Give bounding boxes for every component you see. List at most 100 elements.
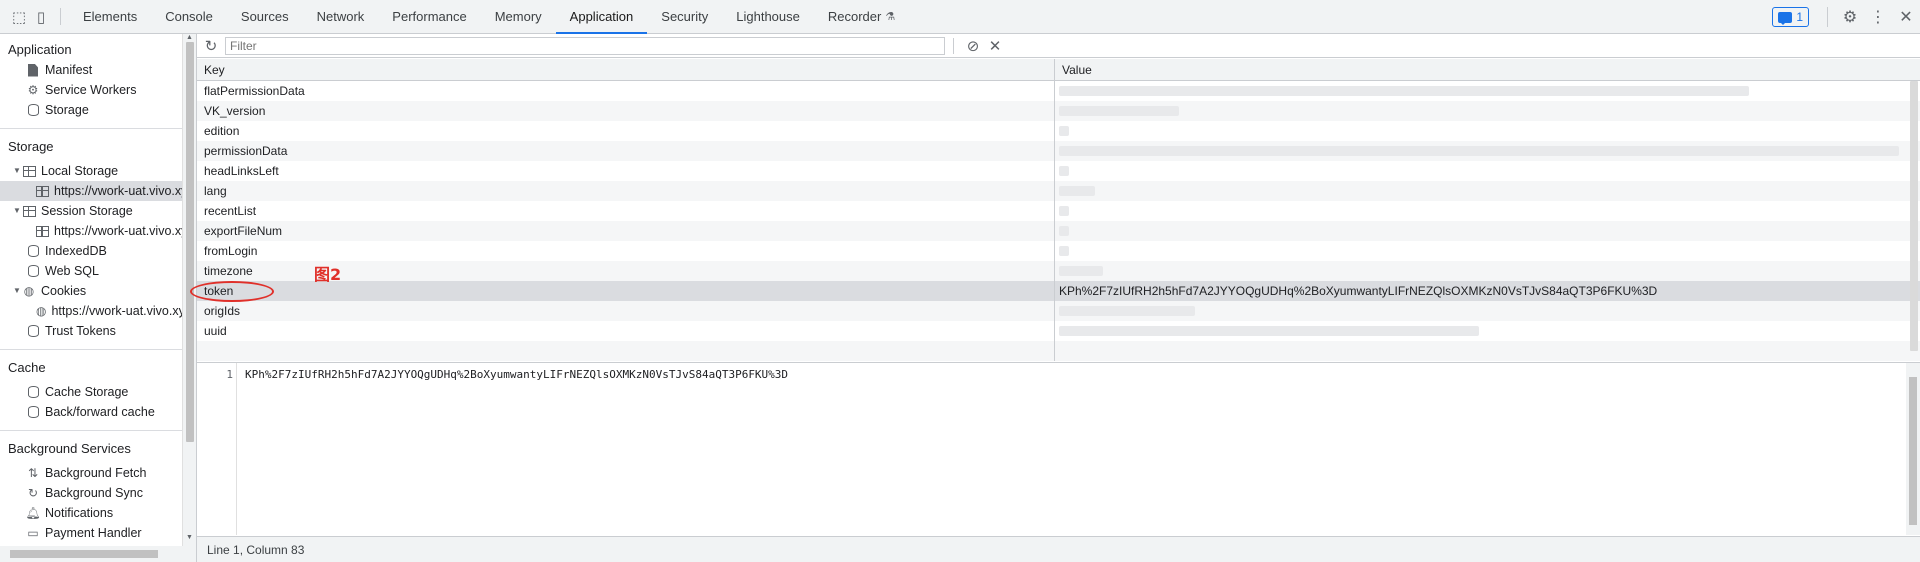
row-key: exportFileNum [197, 221, 1055, 241]
table-row[interactable]: edition [197, 121, 1920, 141]
scrollbar-thumb[interactable] [1909, 377, 1917, 525]
sidebar-item-payment-handler[interactable]: ▭ Payment Handler [0, 523, 182, 543]
cookie-icon: ◍ [23, 284, 35, 298]
editor-content[interactable]: KPh%2F7zIUfRH2h5hFd7A2JYYOQgUDHq%2BoXyum… [245, 368, 788, 381]
tab-recorder[interactable]: Recorder ⚗ [814, 0, 909, 33]
table-icon [22, 164, 36, 178]
sidebar-item-notifications[interactable]: 🔔︎ Notifications [0, 503, 182, 523]
scrollbar-thumb[interactable] [10, 550, 158, 558]
table-row[interactable]: permissionData [197, 141, 1920, 161]
sidebar-divider [0, 430, 182, 431]
editor-scrollbar[interactable] [1906, 363, 1920, 535]
key-value-table: Key Value flatPermissionData VK_version … [197, 59, 1920, 361]
sidebar-item-background-fetch[interactable]: ⇅ Background Fetch [0, 463, 182, 483]
sidebar-item-storage[interactable]: Storage [0, 100, 182, 120]
table-row[interactable]: origIds [197, 301, 1920, 321]
device-toolbar-icon[interactable]: ▯ [30, 0, 52, 33]
table-icon [22, 204, 36, 218]
sidebar-item-bfcache[interactable]: Back/forward cache [0, 402, 182, 422]
line-number-gutter: 1 [197, 363, 237, 535]
delete-selected-icon[interactable]: ✕ [984, 37, 1006, 55]
sidebar-item-service-workers[interactable]: ⚙ Service Workers [0, 80, 182, 100]
sidebar-item-local-storage-origin[interactable]: https://vwork-uat.vivo.xyz [0, 181, 182, 201]
row-key: flatPermissionData [197, 81, 1055, 101]
sidebar-item-cookies[interactable]: ▼ ◍ Cookies [0, 281, 182, 301]
sidebar-item-label: Storage [45, 103, 89, 117]
sidebar-item-session-storage-origin[interactable]: https://vwork-uat.vivo.xyz [0, 221, 182, 241]
sidebar-item-manifest[interactable]: Manifest [0, 60, 182, 80]
tab-lighthouse[interactable]: Lighthouse [722, 0, 814, 33]
tab-console[interactable]: Console [151, 0, 227, 33]
row-key: uuid [197, 321, 1055, 341]
row-key: headLinksLeft [197, 161, 1055, 181]
table-row[interactable]: recentList [197, 201, 1920, 221]
expand-arrow-icon[interactable]: ▼ [12, 201, 22, 221]
issues-badge[interactable]: 1 [1772, 7, 1809, 27]
sidebar-section-storage: Storage [8, 139, 54, 154]
filter-input[interactable] [225, 36, 945, 55]
tab-elements[interactable]: Elements [69, 0, 151, 33]
toolbar-divider [953, 37, 954, 54]
sidebar-horizontal-scrollbar[interactable] [0, 546, 196, 562]
gear-icon[interactable]: ⚙ [1836, 7, 1864, 27]
row-value [1055, 261, 1920, 281]
expand-arrow-icon[interactable]: ▼ [12, 161, 22, 181]
sidebar-item-websql[interactable]: Web SQL [0, 261, 182, 281]
sidebar-item-session-storage[interactable]: ▼ Session Storage [0, 201, 182, 221]
sidebar-item-label: Local Storage [41, 164, 119, 178]
table-row[interactable]: flatPermissionData [197, 81, 1920, 101]
table-row[interactable]: exportFileNum [197, 221, 1920, 241]
database-icon [26, 385, 40, 399]
sidebar-item-trust-tokens[interactable]: Trust Tokens [0, 321, 182, 341]
bell-icon: 🔔︎ [25, 506, 41, 520]
row-value [1055, 301, 1920, 321]
table-row[interactable]: headLinksLeft [197, 161, 1920, 181]
table-row[interactable]: uuid [197, 321, 1920, 341]
tab-application[interactable]: Application [555, 0, 648, 34]
table-row-selected[interactable]: token KPh%2F7zIUfRH2h5hFd7A2JYYOQgUDHq%2B… [197, 281, 1920, 301]
application-sidebar: Application Manifest ⚙ Service Workers S… [0, 34, 182, 562]
sidebar-item-label: Web SQL [45, 264, 99, 278]
key-column-header[interactable]: Key [197, 59, 1055, 80]
tab-sources[interactable]: Sources [227, 0, 303, 33]
value-column-header[interactable]: Value [1055, 59, 1092, 80]
sidebar-item-local-storage[interactable]: ▼ Local Storage [0, 161, 182, 181]
sidebar-item-cookies-origin[interactable]: ◍ https://vwork-uat.vivo.xyz [0, 301, 182, 321]
sidebar-item-cache-storage[interactable]: Cache Storage [0, 382, 182, 402]
close-icon[interactable]: ✕ [1892, 7, 1920, 27]
message-icon [1778, 11, 1793, 25]
card-icon: ▭ [27, 526, 39, 540]
clear-all-icon[interactable]: ⊘ [962, 37, 984, 55]
row-value [1055, 321, 1920, 341]
inspect-element-icon[interactable]: ⬚ [8, 0, 30, 33]
sidebar-item-label: Background Sync [45, 486, 143, 500]
table-row[interactable]: lang [197, 181, 1920, 201]
tab-performance[interactable]: Performance [378, 0, 480, 33]
row-key: recentList [197, 201, 1055, 221]
gear-icon: ⚙ [27, 83, 39, 97]
value-preview-editor[interactable]: 1 KPh%2F7zIUfRH2h5hFd7A2JYYOQgUDHq%2BoXy… [197, 362, 1920, 535]
table-row[interactable]: timezone [197, 261, 1920, 281]
more-options-icon[interactable]: ⋮ [1864, 7, 1892, 27]
sidebar-item-label: https://vwork-uat.vivo.xyz [51, 304, 182, 318]
scroll-down-icon[interactable]: ▼ [186, 534, 193, 541]
sidebar-divider [0, 349, 182, 350]
row-value [1055, 341, 1920, 361]
sidebar-item-indexeddb[interactable]: IndexedDB [0, 241, 182, 261]
sidebar-item-background-sync[interactable]: ↻ Background Sync [0, 483, 182, 503]
tab-security[interactable]: Security [647, 0, 722, 33]
scroll-up-icon[interactable]: ▲ [186, 34, 193, 41]
table-row[interactable]: VK_version [197, 101, 1920, 121]
scrollbar-thumb[interactable] [186, 42, 194, 442]
tab-recorder-label: Recorder [827, 9, 882, 24]
table-scrollbar[interactable] [1910, 81, 1918, 351]
expand-arrow-icon[interactable]: ▼ [12, 281, 22, 301]
issues-count: 1 [1796, 10, 1803, 24]
sidebar-item-label: Session Storage [41, 204, 133, 218]
sidebar-section-application: Application [8, 42, 72, 57]
tab-memory[interactable]: Memory [481, 0, 556, 33]
table-row[interactable]: fromLogin [197, 241, 1920, 261]
sidebar-item-label: Service Workers [45, 83, 137, 97]
refresh-icon[interactable]: ↻ [197, 37, 225, 55]
tab-network[interactable]: Network [303, 0, 379, 33]
